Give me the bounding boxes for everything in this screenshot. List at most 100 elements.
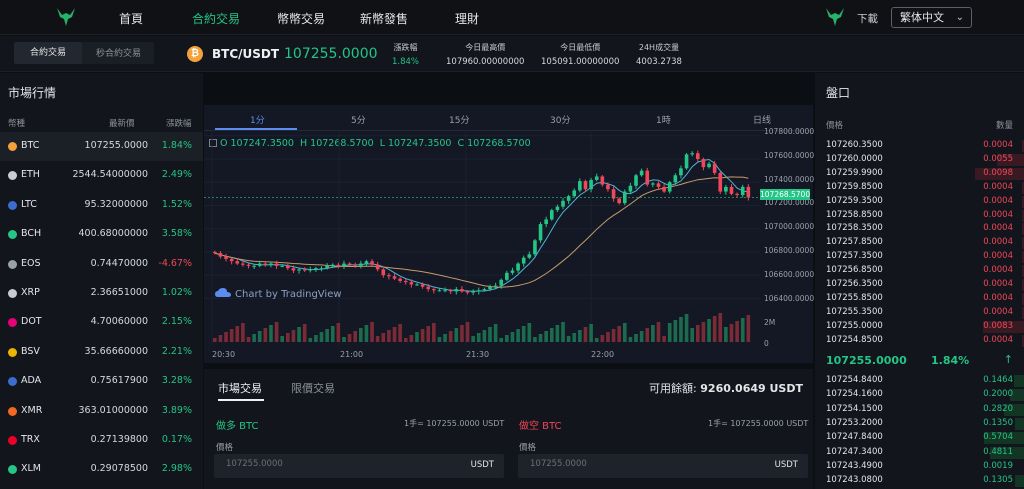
candle: [667, 182, 672, 192]
coin-price: 400.68000000: [78, 228, 148, 240]
market-row[interactable]: BCH 400.68000000 3.58%: [0, 220, 203, 249]
nav-home[interactable]: 首頁: [119, 10, 143, 27]
tradingview-watermark[interactable]: Chart by TradingView: [215, 288, 342, 300]
bid-row[interactable]: 107247.8400 0.5704: [815, 431, 1024, 445]
tf-day[interactable]: 日线: [753, 113, 771, 126]
vol-label: 0: [764, 339, 769, 348]
coin-name: XMR: [21, 404, 43, 416]
tab-limit-order[interactable]: 限價交易: [291, 380, 335, 396]
nav-finance[interactable]: 理財: [455, 10, 479, 27]
ask-row[interactable]: 107258.3500 0.0004: [815, 222, 1024, 236]
ask-row[interactable]: 107258.8500 0.0004: [815, 209, 1024, 223]
market-row[interactable]: BSV 35.66660000 2.21%: [0, 338, 203, 367]
market-row[interactable]: BTC 107255.0000 1.84%: [0, 132, 203, 161]
ask-row[interactable]: 107256.8500 0.0004: [815, 264, 1024, 278]
volume-bar: [510, 332, 515, 342]
ask-row[interactable]: 107259.8500 0.0004: [815, 181, 1024, 195]
language-select[interactable]: 繁体中文 ⌄: [891, 7, 972, 28]
bid-row[interactable]: 107254.8400 0.1464: [815, 374, 1024, 388]
ask-row[interactable]: 107254.8500 0.0004: [815, 334, 1024, 348]
volume-bar: [297, 327, 301, 342]
market-row[interactable]: ETH 2544.54000000 2.49%: [0, 161, 203, 190]
bid-row[interactable]: 107243.0800 0.1305: [815, 474, 1024, 488]
candle: [392, 276, 397, 279]
volume-bar: [375, 336, 380, 342]
candle: [707, 163, 711, 168]
ask-row[interactable]: 107255.3500 0.0004: [815, 306, 1024, 320]
coin-icon: [8, 436, 17, 445]
candle: [600, 176, 605, 185]
download-link[interactable]: 下載: [857, 11, 878, 26]
volume-bar: [533, 337, 537, 342]
ask-row[interactable]: 107260.0000 0.0055: [815, 153, 1024, 167]
bid-qty: 0.1350: [983, 417, 1013, 428]
orderbook-mid: 107255.0000 1.84% ↑: [815, 351, 1024, 371]
volume-bar: [246, 337, 251, 342]
tf-1m[interactable]: 1分: [250, 113, 265, 126]
candle: [617, 198, 621, 204]
coin-price: 35.66660000: [84, 345, 148, 357]
pair-name[interactable]: BTC/USDT: [212, 47, 279, 61]
short-price-input[interactable]: [530, 459, 730, 469]
balance-value: 9260.0649 USDT: [700, 382, 803, 395]
ask-row[interactable]: 107256.3500 0.0004: [815, 278, 1024, 292]
coin-icon: [8, 200, 17, 210]
market-row[interactable]: EOS 0.74470000 -4.67%: [0, 250, 203, 279]
bid-row[interactable]: 107243.4900 0.0019: [815, 460, 1024, 474]
bid-row[interactable]: 107254.1600 0.2000: [815, 388, 1024, 402]
tf-30m[interactable]: 30分: [550, 113, 570, 126]
market-row[interactable]: XLM 0.29078500 2.98%: [0, 455, 203, 484]
tf-5m[interactable]: 5分: [351, 113, 366, 126]
ask-row[interactable]: 107260.3500 0.0004: [815, 139, 1024, 153]
x-label: 20:30: [212, 350, 236, 359]
x-label: 21:00: [340, 350, 364, 359]
bid-row[interactable]: 107254.1500 0.2820: [815, 403, 1024, 417]
volume-bar: [403, 338, 408, 342]
coin-icon: [8, 289, 17, 298]
candle: [679, 168, 683, 176]
ask-row[interactable]: 107257.8500 0.0004: [815, 236, 1024, 250]
market-row[interactable]: LTC 95.32000000 1.52%: [0, 191, 203, 220]
tf-15m[interactable]: 15分: [449, 113, 469, 126]
long-price-input[interactable]: [226, 459, 426, 469]
volume-bar: [476, 333, 481, 342]
tf-1h[interactable]: 1時: [656, 113, 671, 126]
tab-contract[interactable]: 合約交易: [14, 42, 82, 64]
bid-row[interactable]: 107247.3400 0.4811: [815, 446, 1024, 460]
volume-bar: [656, 322, 661, 342]
coin-change: 3.28%: [161, 375, 192, 387]
tab-market-order[interactable]: 市場交易: [218, 380, 262, 396]
candle: [718, 172, 723, 192]
candle: [342, 263, 346, 266]
market-row[interactable]: DOT 4.70060000 2.15%: [0, 308, 203, 337]
coin-icon: [8, 230, 17, 240]
market-row[interactable]: TRX 0.27139800 0.17%: [0, 426, 203, 455]
tab-second-contract[interactable]: 秒合約交易: [96, 46, 141, 59]
market-row[interactable]: XRP 2.36651000 1.02%: [0, 279, 203, 308]
ask-row[interactable]: 107259.3500 0.0004: [815, 195, 1024, 209]
candle: [325, 265, 329, 269]
language-value: 繁体中文: [900, 11, 944, 24]
bid-row[interactable]: 107253.2000 0.1350: [815, 417, 1024, 431]
ask-row[interactable]: 107255.8500 0.0004: [815, 292, 1024, 306]
coin-price: 0.74470000: [90, 257, 148, 269]
ask-row[interactable]: 107255.0000 0.0083: [815, 320, 1024, 334]
nav-contract-trading[interactable]: 合約交易: [192, 10, 240, 27]
nav-new-listing[interactable]: 新幣發售: [360, 10, 408, 27]
volume-bar: [662, 336, 666, 342]
volume-bar: [606, 332, 610, 342]
nav-spot-trading[interactable]: 幣幣交易: [277, 10, 325, 27]
market-row[interactable]: XMR 363.01000000 3.89%: [0, 397, 203, 426]
ask-row[interactable]: 107257.3500 0.0004: [815, 250, 1024, 264]
candle: [286, 265, 290, 269]
market-row[interactable]: ADA 0.75617900 3.28%: [0, 367, 203, 396]
candlestick-chart[interactable]: [204, 130, 760, 345]
coin-price: 4.70060000: [90, 316, 148, 328]
ask-row[interactable]: 107259.9900 0.0098: [815, 167, 1024, 181]
coin-change: 1.84%: [161, 140, 192, 151]
candle: [544, 219, 548, 225]
bull-logo-icon[interactable]: [55, 6, 77, 28]
candle: [476, 290, 481, 292]
volume-bar: [398, 324, 402, 342]
coin-price: 0.75617900: [90, 375, 148, 387]
